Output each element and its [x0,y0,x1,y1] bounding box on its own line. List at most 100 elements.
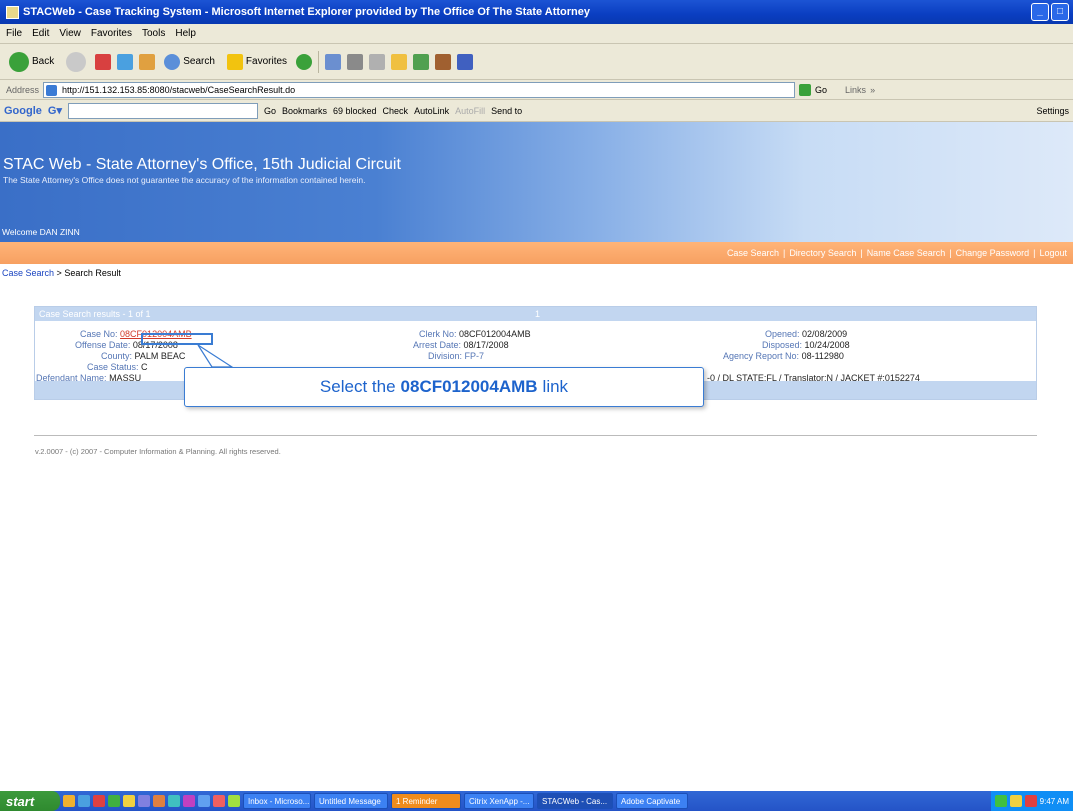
menu-view[interactable]: View [59,28,81,39]
search-button[interactable]: Search [161,48,218,76]
autofill-button[interactable]: AutoFill [455,106,485,116]
site-nav: Case Search | Directory Search | Name Case… [0,242,1073,264]
task-inbox[interactable]: Inbox - Microso... [243,793,311,809]
window-title-bar: STACWeb - Case Tracking System - Microso… [0,0,1073,24]
quicklaunch-icon[interactable] [93,795,105,807]
spellcheck-button[interactable]: Check [383,106,409,116]
back-label: Back [32,56,55,67]
start-button[interactable]: start [0,791,60,811]
favorites-label: Favorites [245,56,288,67]
window-title: STACWeb - Case Tracking System - Microso… [23,6,591,18]
disposed-row: Disposed: 10/24/2008 [762,340,850,350]
research-icon[interactable] [435,53,452,70]
popup-blocked-button[interactable]: 69 blocked [333,106,377,116]
menu-tools[interactable]: Tools [142,28,165,39]
google-toolbar: Google G▾ Go Bookmarks 69 blocked Check … [0,100,1073,122]
back-button[interactable]: Back [6,48,57,76]
breadcrumb-case-search[interactable]: Case Search [2,268,54,278]
task-reminder[interactable]: 1 Reminder [391,793,461,809]
quicklaunch-icon[interactable] [153,795,165,807]
favorites-button[interactable]: Favorites [224,48,290,76]
stop-icon[interactable] [95,53,112,70]
address-label: Address [6,84,40,95]
case-status-row: Case Status: C [87,362,148,372]
address-bar: Address http://151.132.153.85:8080/stacw… [0,80,1073,100]
menu-help[interactable]: Help [175,28,196,39]
footer-divider [34,435,1037,436]
google-go-button[interactable]: Go [264,106,276,116]
county-row: County: PALM BEAC [101,351,186,361]
go-button[interactable]: Go [815,85,827,95]
arrest-date: 08/17/2008 [463,340,509,350]
print-icon[interactable] [347,53,364,70]
address-input[interactable]: http://151.132.153.85:8080/stacweb/CaseS… [43,81,796,98]
results-count: Case Search results - 1 of 1 [39,309,151,319]
google-search-input[interactable] [67,102,258,119]
forward-arrow-icon [66,51,87,72]
tutorial-callout: Select the 08CF012004AMB link [184,367,704,407]
quicklaunch-icon[interactable] [183,795,195,807]
menu-favorites[interactable]: Favorites [91,28,132,39]
mail-icon[interactable] [325,53,342,70]
breadcrumb: Case Search > Search Result [2,268,121,278]
google-logo[interactable]: Google [4,105,42,117]
quicklaunch-icon[interactable] [138,795,150,807]
menu-bar: File Edit View Favorites Tools Help [0,24,1073,44]
home-icon[interactable] [139,53,156,70]
links-label[interactable]: Links [845,85,866,95]
quicklaunch-icon[interactable] [63,795,75,807]
copyright-footer: v.2.0007 - (c) 2007 - Computer Informati… [35,447,281,456]
menu-file[interactable]: File [6,28,22,39]
history-icon[interactable] [296,53,313,70]
bookmarks-button[interactable]: Bookmarks [282,106,327,116]
tray-icon[interactable] [994,795,1007,807]
quicklaunch-icon[interactable] [168,795,180,807]
forward-button[interactable] [63,48,89,76]
task-stacweb[interactable]: STACWeb - Cas... [537,793,613,809]
address-url: http://151.132.153.85:8080/stacweb/CaseS… [62,84,296,95]
tray-icon[interactable] [1009,795,1022,807]
sendto-button[interactable]: Send to [491,106,522,116]
menu-edit[interactable]: Edit [32,28,49,39]
agency-report-number: 08-112980 [801,351,844,361]
callout-case-number: 08CF012004AMB [400,377,538,396]
search-label: Search [183,56,215,67]
quicklaunch-icon[interactable] [123,795,135,807]
folder-icon[interactable] [391,53,408,70]
quicklaunch-icon[interactable] [213,795,225,807]
addon-icon[interactable] [457,53,474,70]
callout-pointer [197,344,235,368]
minimize-button[interactable]: _ [1031,3,1049,21]
maximize-button[interactable]: □ [1051,3,1069,21]
settings-button[interactable]: Settings [1036,106,1073,116]
autolink-button[interactable]: AutoLink [414,106,449,116]
chevron-right-icon[interactable]: » [870,85,875,95]
task-untitled-message[interactable]: Untitled Message [314,793,388,809]
clock: 9:47 AM [1039,796,1069,806]
page-icon [46,84,58,96]
nav-name-case-search[interactable]: Name Case Search [865,248,948,258]
nav-case-search[interactable]: Case Search [725,248,781,258]
nav-change-password[interactable]: Change Password [954,248,1032,258]
edit-icon[interactable] [369,53,386,70]
window-controls: _ □ [1031,3,1069,21]
site-disclaimer: The State Attorney's Office does not gua… [3,175,366,185]
breadcrumb-current: Search Result [64,268,121,278]
quicklaunch-icon[interactable] [78,795,90,807]
task-citrix[interactable]: Citrix XenApp -... [464,793,534,809]
quicklaunch-icon[interactable] [198,795,210,807]
google-dropdown[interactable]: G▾ [48,104,62,117]
quicklaunch-icon[interactable] [108,795,120,807]
opened-date: 02/08/2009 [802,329,848,339]
quicklaunch-icon[interactable] [228,795,240,807]
go-arrow-icon[interactable] [799,83,812,96]
task-adobe-captivate[interactable]: Adobe Captivate [616,793,688,809]
nav-logout[interactable]: Logout [1037,248,1069,258]
disposed-date: 10/24/2008 [804,340,850,350]
messenger-icon[interactable] [413,53,430,70]
nav-directory-search[interactable]: Directory Search [787,248,858,258]
tray-icon[interactable] [1024,795,1037,807]
county: PALM BEAC [134,351,186,361]
windows-taskbar: start Inbox - Microso... Untitled Messag… [0,791,1073,811]
refresh-icon[interactable] [117,53,134,70]
